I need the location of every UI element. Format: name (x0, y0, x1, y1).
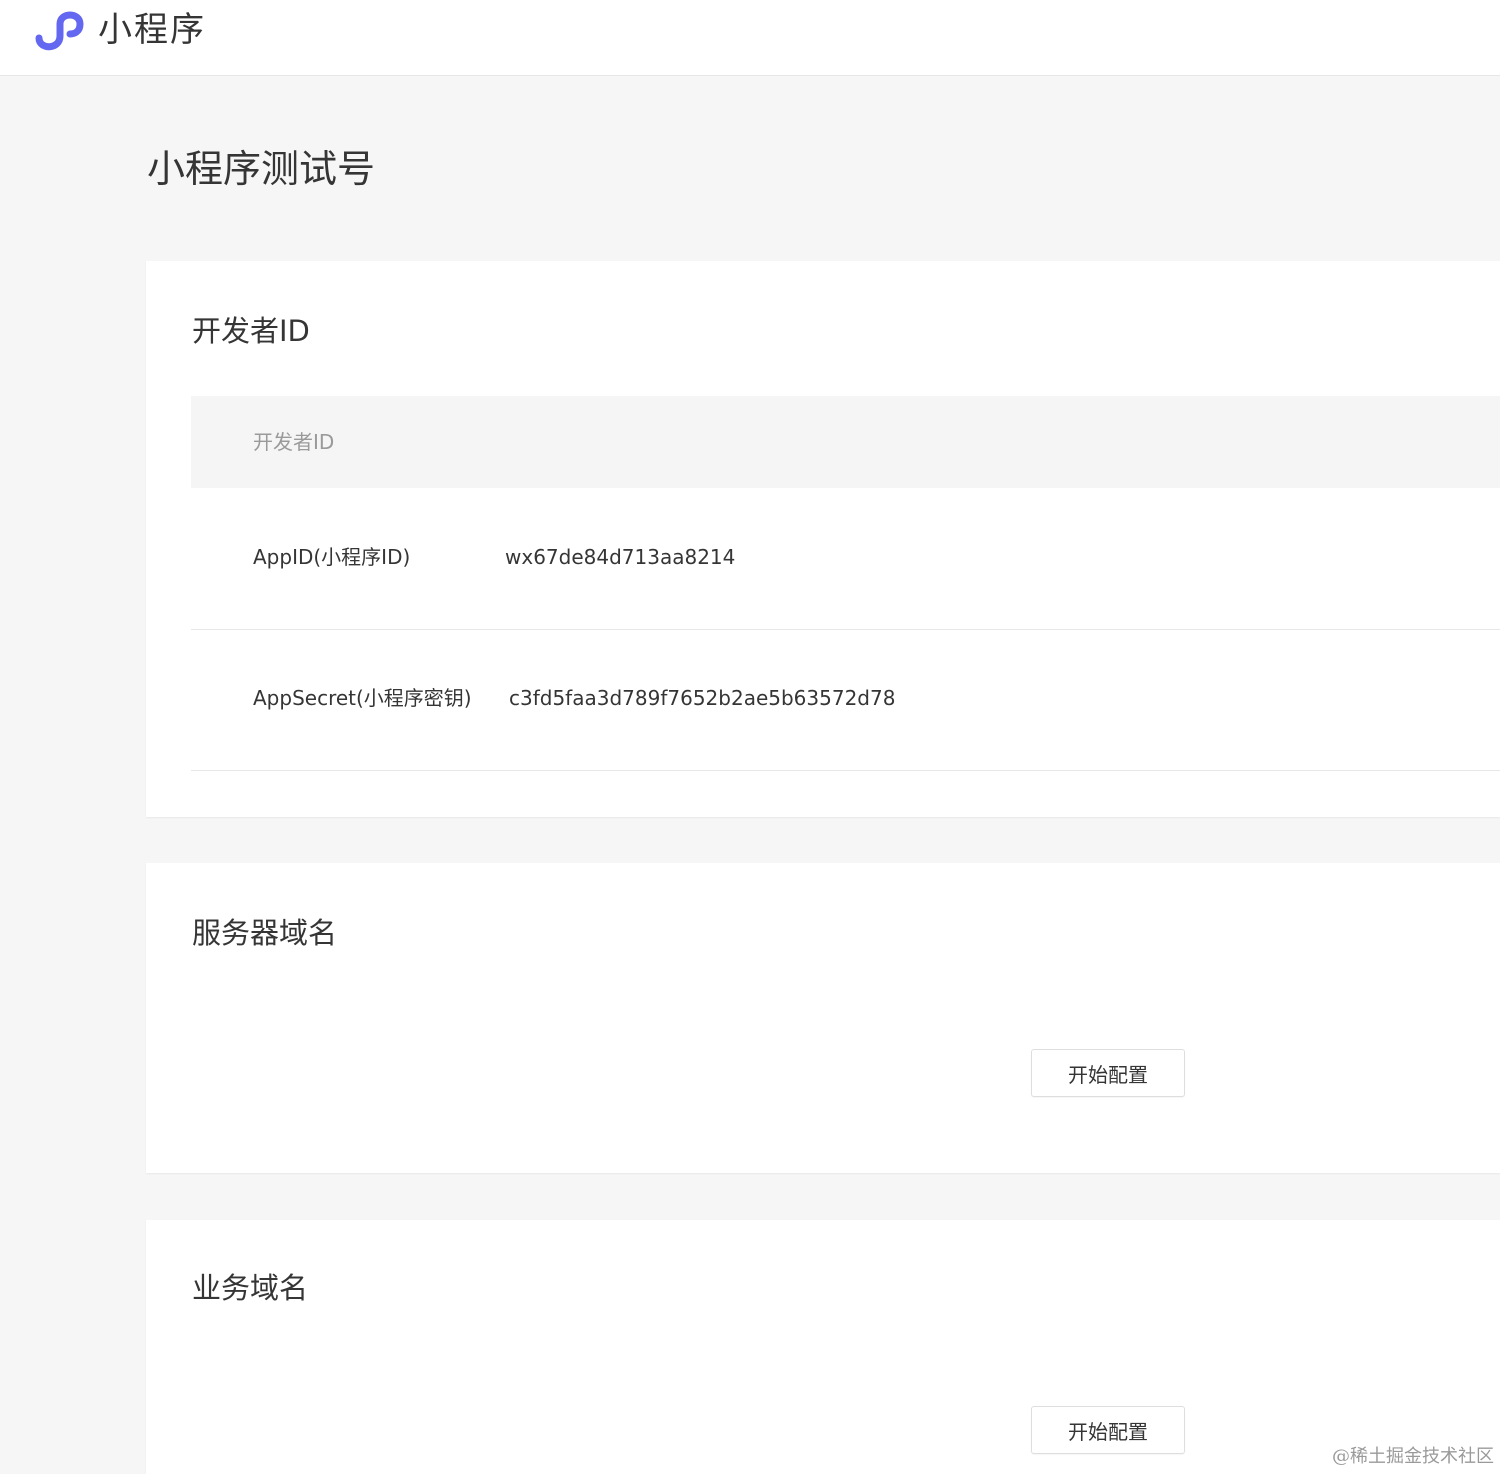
mini-program-logo-icon[interactable] (34, 6, 86, 52)
business-domain-card: 业务域名 开始配置 (146, 1220, 1500, 1474)
developer-id-card: 开发者ID 开发者ID AppID(小程序ID) wx67de84d713aa8… (146, 261, 1500, 817)
business-domain-section-title: 业务域名 (192, 1271, 309, 1305)
appsecret-label: AppSecret(小程序密钥) (253, 686, 472, 710)
appsecret-value[interactable]: c3fd5faa3d789f7652b2ae5b63572d78 (509, 684, 895, 712)
top-navigation-bar: 小程序 (0, 0, 1500, 76)
developer-id-section-title: 开发者ID (192, 314, 310, 348)
table-row-appid: AppID(小程序ID) wx67de84d713aa8214 (191, 488, 1500, 630)
page-title: 小程序测试号 (147, 147, 376, 191)
table-row-appsecret: AppSecret(小程序密钥) c3fd5faa3d789f7652b2ae5… (191, 629, 1500, 771)
server-domain-card: 服务器域名 开始配置 (146, 863, 1500, 1173)
table-header-label: 开发者ID (253, 430, 335, 454)
appid-value[interactable]: wx67de84d713aa8214 (505, 543, 735, 571)
appid-label: AppID(小程序ID) (253, 545, 411, 569)
brand-name[interactable]: 小程序 (98, 8, 206, 52)
developer-id-table-header: 开发者ID (191, 396, 1500, 488)
server-domain-section-title: 服务器域名 (192, 916, 338, 950)
watermark: @稀土掘金技术社区 (1332, 1446, 1494, 1467)
server-domain-start-config-button[interactable]: 开始配置 (1031, 1049, 1185, 1097)
business-domain-start-config-button[interactable]: 开始配置 (1031, 1406, 1185, 1454)
